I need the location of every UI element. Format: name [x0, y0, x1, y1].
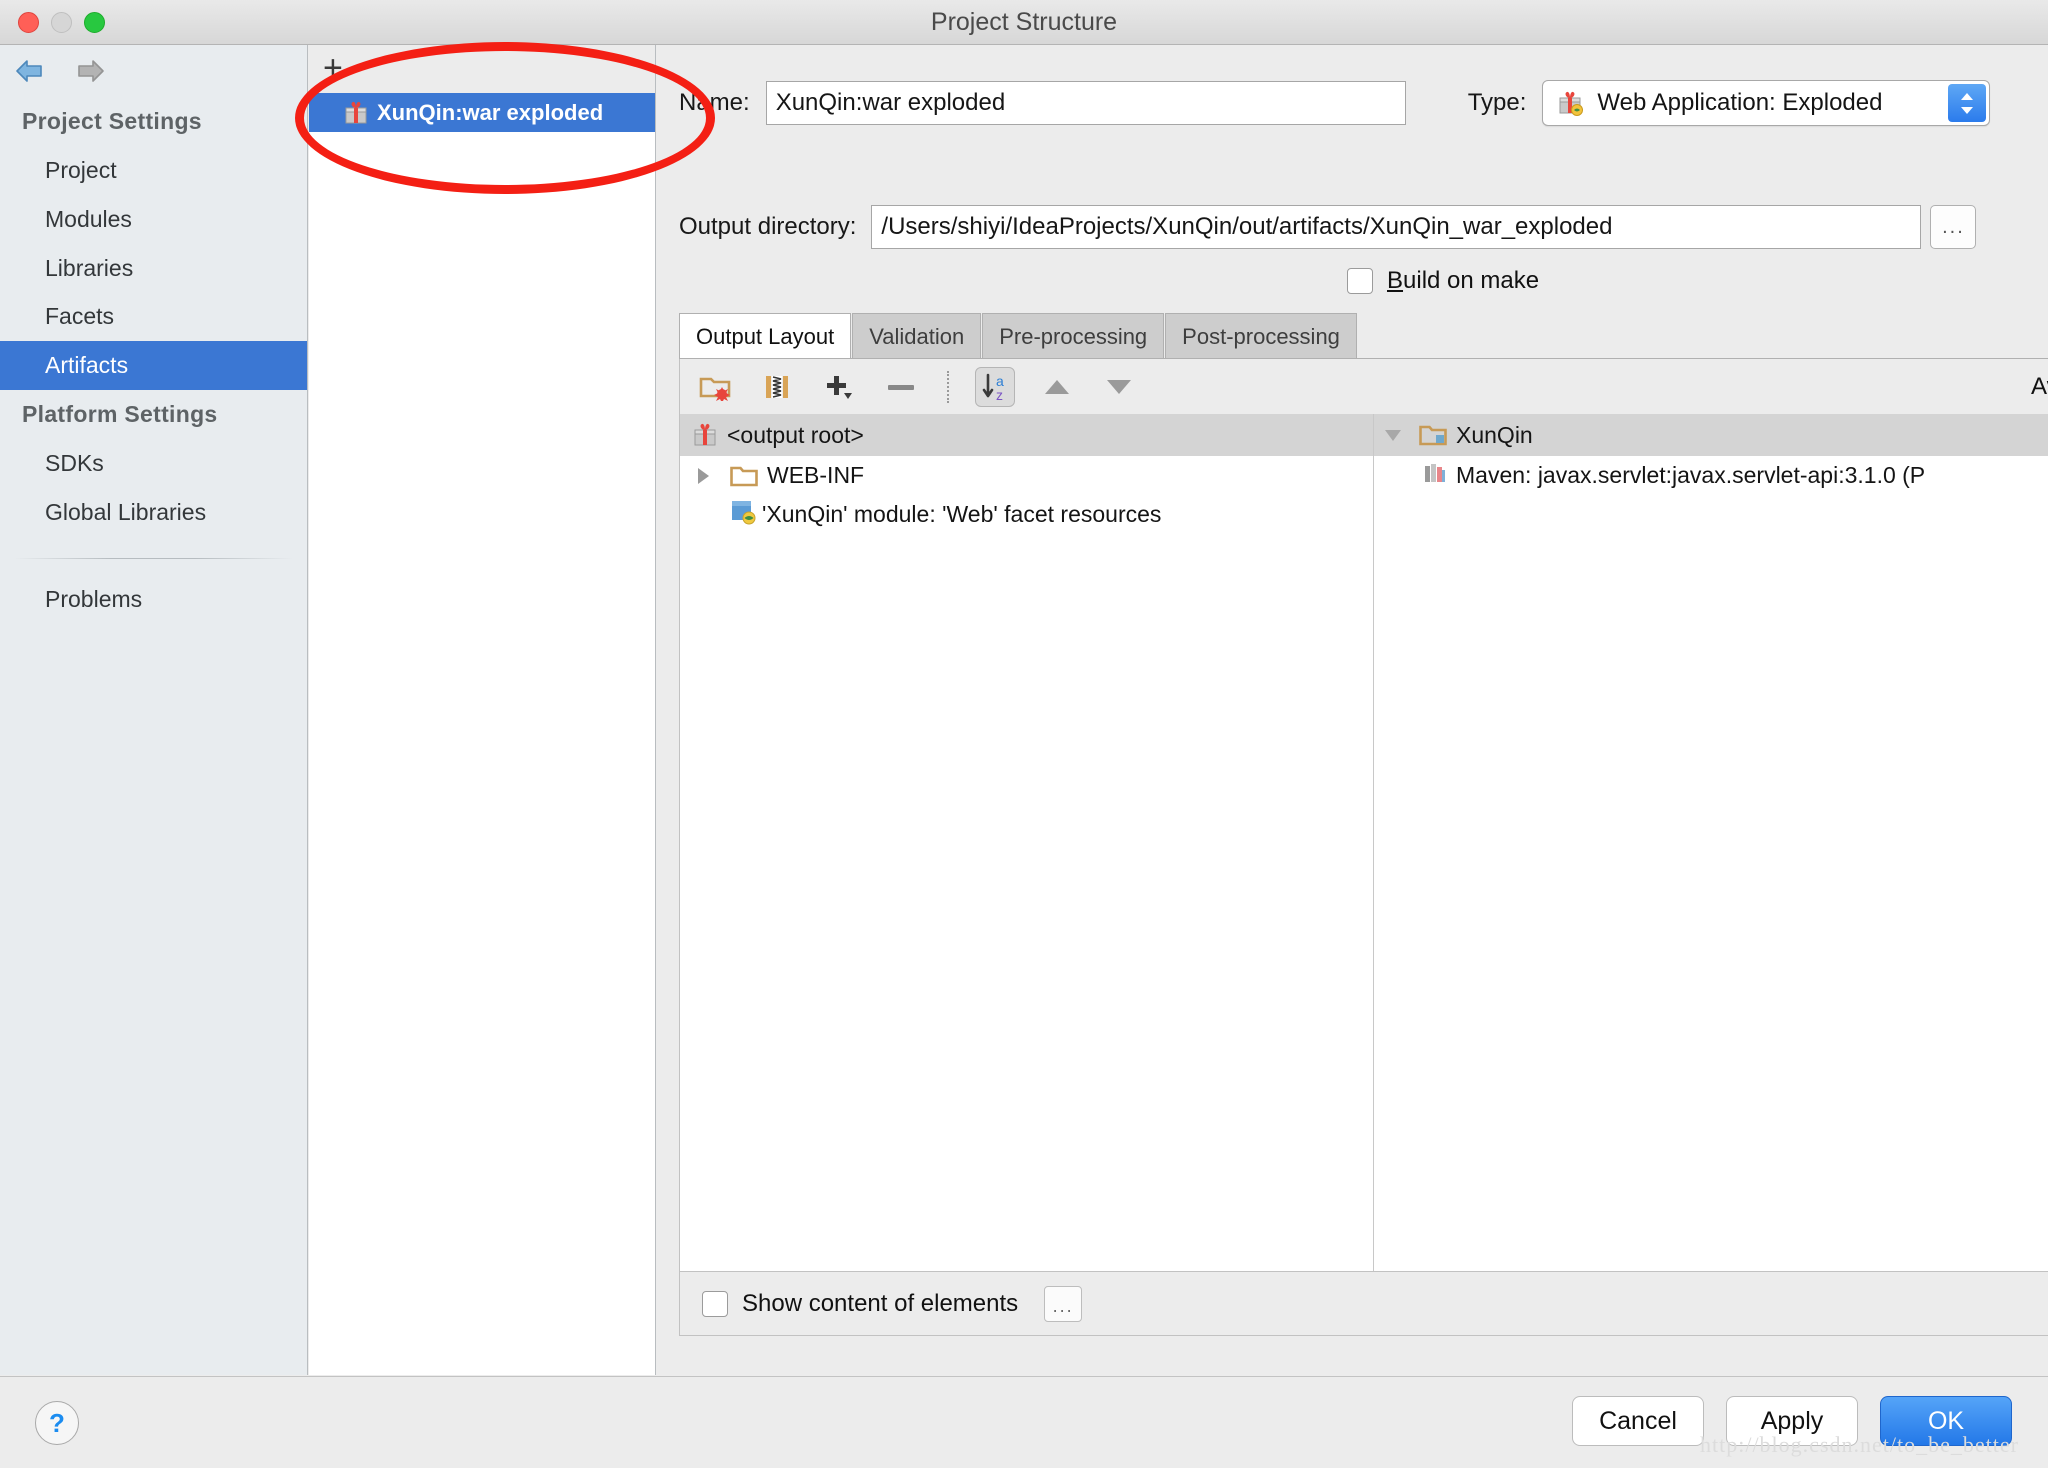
chevron-right-icon[interactable] — [690, 467, 716, 484]
artifact-type-select[interactable]: Web Application: Exploded — [1542, 80, 1991, 126]
artifacts-list: XunQin:war exploded — [309, 93, 655, 1375]
tab-pre-processing[interactable]: Pre-processing — [982, 312, 1165, 358]
artifact-item-xunqin-war-exploded[interactable]: XunQin:war exploded — [309, 93, 655, 132]
svg-text:z: z — [996, 387, 1003, 403]
name-type-row: Name: Type: Web Application: Exploded — [679, 80, 2048, 126]
create-directory-icon[interactable] — [695, 367, 735, 407]
arrow-left-icon[interactable] — [14, 57, 48, 85]
tab-post-processing[interactable]: Post-processing — [1165, 312, 1357, 358]
tree-row-label: Maven: javax.servlet:javax.servlet-api:3… — [1456, 462, 1926, 488]
build-on-make-row: Build on make — [1347, 267, 1539, 295]
tree-row[interactable]: WEB-INF — [680, 456, 1373, 495]
artifact-detail-pane: Name: Type: Web Application: Exploded — [657, 45, 2048, 1375]
tree-row[interactable]: Maven: javax.servlet:javax.servlet-api:3… — [1374, 456, 2048, 495]
help-button[interactable]: ? — [35, 1401, 79, 1445]
browse-output-directory-button[interactable]: ... — [1930, 205, 1977, 249]
move-down-icon[interactable] — [1099, 367, 1139, 407]
output-directory-input[interactable] — [871, 205, 1922, 249]
remove-icon[interactable] — [881, 367, 921, 407]
sidebar-item-facets[interactable]: Facets — [0, 292, 307, 341]
build-on-make-label: Build on make — [1387, 267, 1539, 295]
available-root-label: XunQin — [1456, 421, 1533, 448]
build-on-make-checkbox[interactable] — [1347, 268, 1373, 294]
available-root-row[interactable]: XunQin — [1374, 414, 2048, 456]
artifact-item-label: XunQin:war exploded — [377, 99, 604, 125]
detail-tabs: Output Layout Validation Pre-processing … — [679, 312, 2048, 359]
show-content-strip: Show content of elements ... — [679, 1272, 2048, 1336]
window-controls — [18, 12, 105, 33]
project-structure-dialog: Project Structure Project Settings Proje… — [0, 0, 2048, 1468]
artifact-type-value: Web Application: Exploded — [1597, 89, 1883, 116]
title-bar: Project Structure — [0, 0, 2048, 45]
output-root-label: <output root> — [727, 421, 864, 448]
cancel-button[interactable]: Cancel — [1572, 1396, 1704, 1446]
output-directory-row: Output directory: ... — [679, 205, 2048, 249]
sidebar-item-libraries[interactable]: Libraries — [0, 244, 307, 293]
zoom-window-button[interactable] — [84, 12, 105, 33]
create-archive-icon[interactable] — [757, 367, 797, 407]
tree-row-label: WEB-INF — [767, 462, 865, 488]
artifacts-toolbar: + — [309, 45, 655, 93]
show-content-of-elements-checkbox[interactable] — [702, 1290, 728, 1317]
artifact-gift-icon — [1557, 90, 1584, 116]
watermark-text: http://blog.csdn.net/to_be_better — [1700, 1432, 2019, 1457]
sidebar-section-platform-settings: Platform Settings SDKs Global Libraries — [0, 390, 307, 537]
add-dropdown-icon[interactable] — [819, 367, 859, 407]
show-content-more-button[interactable]: ... — [1044, 1285, 1083, 1322]
output-directory-label: Output directory: — [679, 213, 857, 240]
close-window-button[interactable] — [18, 12, 39, 33]
module-folder-icon — [1419, 424, 1447, 446]
tab-validation[interactable]: Validation — [852, 312, 982, 358]
chevron-updown-icon[interactable] — [1948, 84, 1987, 122]
build-on-make-text: uild on make — [1403, 267, 1540, 294]
available-elements-tree: XunQin Maven: javax.servlet:javax.servle… — [1374, 414, 2048, 1271]
output-layout-tree: <output root> WEB-INF 'XunQin' module: '… — [680, 414, 1374, 1271]
sidebar-item-artifacts[interactable]: Artifacts — [0, 341, 307, 390]
artifacts-list-panel: + XunQin:war exploded — [309, 45, 656, 1375]
toolbar-separator — [947, 370, 949, 403]
move-up-icon[interactable] — [1037, 367, 1077, 407]
sidebar-item-modules[interactable]: Modules — [0, 195, 307, 244]
output-layout-toolbar: a z — [680, 359, 2048, 414]
sidebar-section-title: Project Settings — [22, 108, 202, 134]
type-label: Type: — [1467, 89, 1527, 116]
web-module-icon — [730, 499, 758, 531]
window-title: Project Structure — [930, 7, 1118, 36]
sidebar-section-title: Platform Settings — [22, 400, 218, 427]
artifact-gift-icon — [692, 422, 718, 448]
trees-split: <output root> WEB-INF 'XunQin' module: '… — [680, 414, 2048, 1271]
minimize-window-button[interactable] — [51, 12, 72, 33]
name-label: Name: — [679, 89, 750, 116]
available-elements-header: Available Elements ? — [2009, 359, 2048, 414]
artifact-name-input[interactable] — [765, 81, 1406, 125]
tab-output-layout[interactable]: Output Layout — [679, 312, 852, 358]
sidebar-item-global-libraries[interactable]: Global Libraries — [0, 488, 307, 537]
chevron-down-icon[interactable] — [1380, 429, 1406, 441]
sidebar-item-problems[interactable]: Problems — [0, 575, 307, 624]
build-on-make-mnemonic: B — [1387, 267, 1404, 294]
artifact-gift-icon — [343, 100, 369, 126]
add-artifact-button[interactable]: + — [323, 51, 343, 85]
tree-row-label: 'XunQin' module: 'Web' facet resources — [762, 501, 1162, 527]
sort-alphabetically-icon[interactable]: a z — [975, 366, 1015, 407]
tree-row[interactable]: 'XunQin' module: 'Web' facet resources — [680, 495, 1373, 534]
sidebar-divider — [14, 558, 293, 560]
library-icon — [1422, 461, 1448, 491]
output-layout-panes: a z <output root> WEB-INF 'XunQin' modul… — [679, 359, 2048, 1272]
folder-icon — [730, 465, 758, 487]
sidebar-section-project-settings: Project Settings Project Modules Librari… — [0, 97, 307, 390]
arrow-right-icon[interactable] — [72, 57, 106, 85]
available-elements-title: Available Elements — [2031, 372, 2048, 400]
settings-sidebar: Project Settings Project Modules Librari… — [0, 45, 308, 1375]
show-content-of-elements-label: Show content of elements — [742, 1289, 1019, 1317]
sidebar-item-sdks[interactable]: SDKs — [0, 439, 307, 488]
sidebar-navigation — [0, 45, 307, 97]
output-root-row[interactable]: <output root> — [680, 414, 1373, 456]
sidebar-item-project[interactable]: Project — [0, 146, 307, 195]
